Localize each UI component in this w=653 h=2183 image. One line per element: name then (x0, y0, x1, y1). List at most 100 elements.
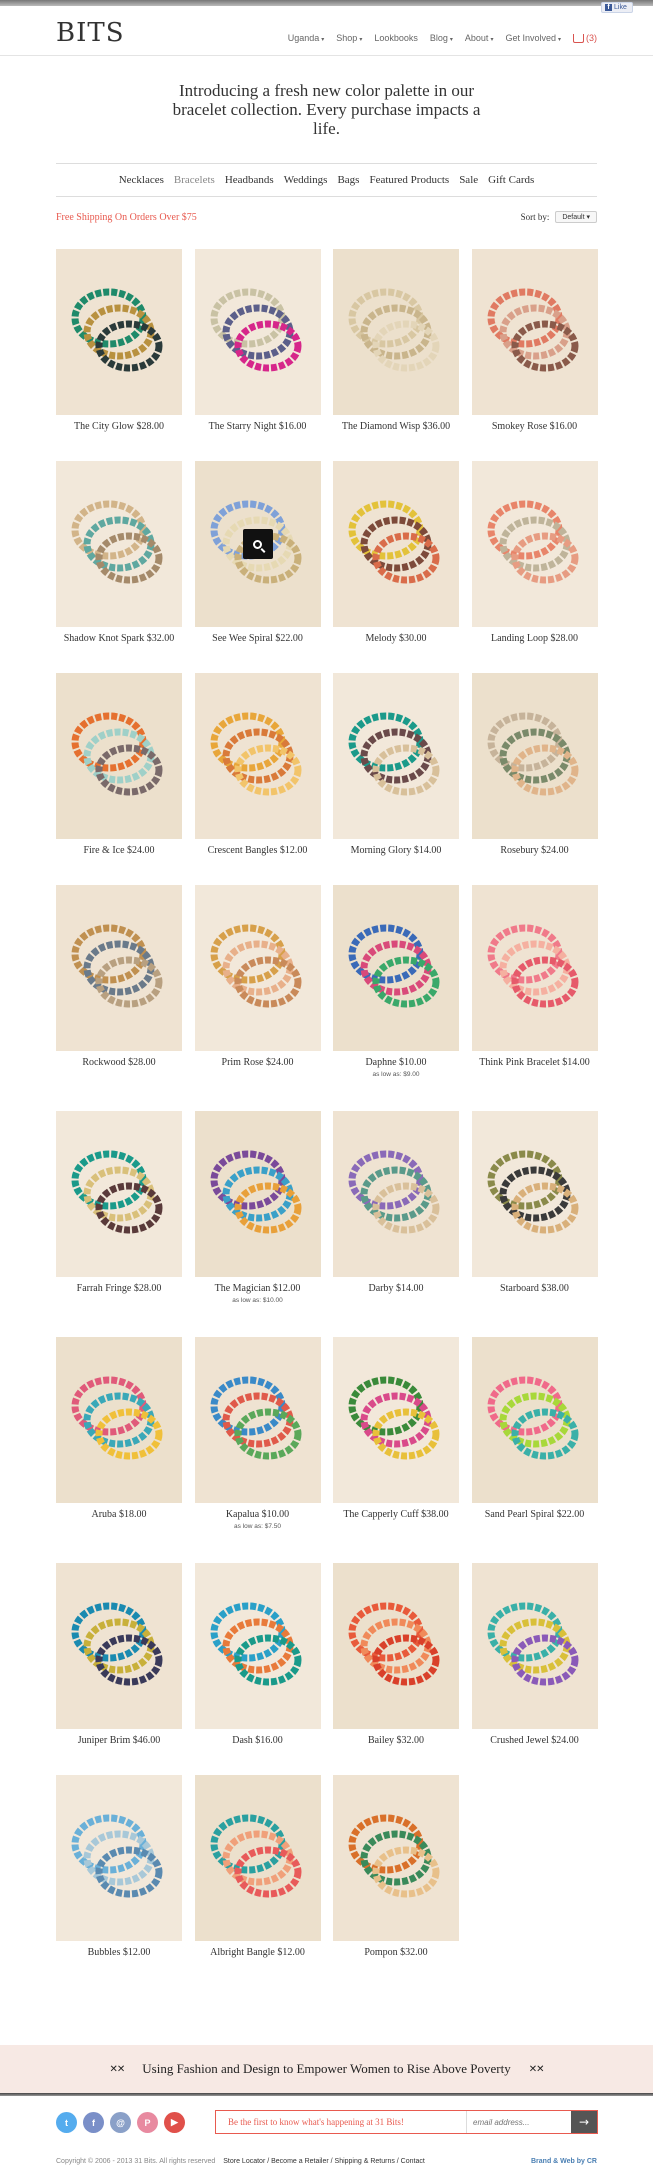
product-card[interactable]: Shadow Knot Spark $32.00 (56, 461, 182, 644)
product-title[interactable]: Dash $16.00 (195, 1735, 321, 1746)
product-title[interactable]: Daphne $10.00 (333, 1057, 459, 1068)
product-card[interactable]: Smokey Rose $16.00 (471, 249, 598, 432)
product-title[interactable]: Bubbles $12.00 (56, 1947, 182, 1958)
product-image[interactable] (56, 249, 182, 415)
product-card[interactable]: Morning Glory $14.00 (333, 673, 459, 856)
product-title[interactable]: Bailey $32.00 (333, 1735, 459, 1746)
cart-button[interactable]: (3) (573, 33, 597, 43)
category-sale[interactable]: Sale (459, 174, 478, 186)
product-card[interactable]: Kapalua $10.00 as low as: $7.50 (194, 1337, 321, 1530)
facebook-icon[interactable]: f (83, 2112, 104, 2133)
nav-item-blog[interactable]: Blog ▾ (430, 33, 453, 43)
product-image[interactable] (333, 1775, 459, 1941)
product-title[interactable]: Rockwood $28.00 (56, 1057, 182, 1068)
twitter-icon[interactable]: t (56, 2112, 77, 2133)
product-card[interactable]: Bubbles $12.00 (56, 1775, 182, 1958)
product-image[interactable] (194, 1563, 321, 1729)
email-field[interactable] (466, 2111, 571, 2133)
product-image[interactable] (471, 249, 598, 415)
product-card[interactable]: Think Pink Bracelet $14.00 (471, 885, 598, 1068)
product-card[interactable]: The Starry Night $16.00 (194, 249, 321, 432)
product-image[interactable] (194, 1775, 321, 1941)
product-title[interactable]: The City Glow $28.00 (56, 421, 182, 432)
product-title[interactable]: Starboard $38.00 (472, 1283, 598, 1294)
product-card[interactable]: Daphne $10.00 as low as: $9.00 (333, 885, 459, 1078)
pinterest-icon[interactable]: P (137, 2112, 158, 2133)
youtube-icon[interactable]: ▶ (164, 2112, 185, 2133)
email-icon[interactable]: @ (110, 2112, 131, 2133)
product-image[interactable] (194, 249, 321, 415)
product-card[interactable]: Aruba $18.00 (56, 1337, 182, 1520)
product-image[interactable] (471, 673, 598, 839)
designer-credit[interactable]: Brand & Web by CR (531, 2158, 597, 2165)
product-title[interactable]: The Magician $12.00 (195, 1283, 321, 1294)
product-image[interactable] (194, 1111, 321, 1277)
product-card[interactable]: The City Glow $28.00 (56, 249, 182, 432)
product-title[interactable]: The Capperly Cuff $38.00 (333, 1509, 459, 1520)
product-title[interactable]: Darby $14.00 (333, 1283, 459, 1294)
category-weddings[interactable]: Weddings (284, 174, 328, 186)
category-bags[interactable]: Bags (337, 174, 359, 186)
product-image[interactable] (333, 1337, 459, 1503)
product-image[interactable] (333, 673, 459, 839)
product-title[interactable]: The Starry Night $16.00 (195, 421, 321, 432)
product-image[interactable] (56, 1563, 182, 1729)
product-title[interactable]: Crescent Bangles $12.00 (195, 845, 321, 856)
category-featured-products[interactable]: Featured Products (369, 174, 449, 186)
product-image[interactable] (471, 1111, 598, 1277)
product-title[interactable]: Landing Loop $28.00 (472, 633, 598, 644)
nav-item-about[interactable]: About ▾ (465, 33, 494, 43)
product-image[interactable] (194, 1337, 321, 1503)
product-title[interactable]: Sand Pearl Spiral $22.00 (472, 1509, 598, 1520)
product-card[interactable]: Starboard $38.00 (471, 1111, 598, 1294)
footer-links[interactable]: Store Locator / Become a Retailer / Ship… (223, 2158, 425, 2165)
product-image[interactable] (333, 1563, 459, 1729)
sort-select[interactable]: Default ▾ (555, 211, 597, 223)
product-image[interactable] (194, 885, 321, 1051)
product-card[interactable]: See Wee Spiral $22.00 (194, 461, 321, 644)
product-title[interactable]: See Wee Spiral $22.00 (195, 633, 321, 644)
product-card[interactable]: Rosebury $24.00 (471, 673, 598, 856)
category-headbands[interactable]: Headbands (225, 174, 274, 186)
product-image[interactable] (333, 1111, 459, 1277)
product-title[interactable]: Fire & Ice $24.00 (56, 845, 182, 856)
product-card[interactable]: Bailey $32.00 (333, 1563, 459, 1746)
product-title[interactable]: Prim Rose $24.00 (195, 1057, 321, 1068)
product-image[interactable] (56, 1337, 182, 1503)
category-gift-cards[interactable]: Gift Cards (488, 174, 534, 186)
product-title[interactable]: Juniper Brim $46.00 (56, 1735, 182, 1746)
product-image[interactable] (333, 249, 459, 415)
category-necklaces[interactable]: Necklaces (119, 174, 164, 186)
product-title[interactable]: Farrah Fringe $28.00 (56, 1283, 182, 1294)
product-card[interactable]: Prim Rose $24.00 (194, 885, 321, 1068)
nav-item-shop[interactable]: Shop ▾ (336, 33, 362, 43)
product-card[interactable]: The Capperly Cuff $38.00 (333, 1337, 459, 1520)
product-card[interactable]: Sand Pearl Spiral $22.00 (471, 1337, 598, 1520)
product-title[interactable]: Aruba $18.00 (56, 1509, 182, 1520)
product-image[interactable] (333, 885, 459, 1051)
product-image[interactable] (471, 885, 598, 1051)
quick-view-button[interactable] (242, 529, 273, 559)
product-image[interactable] (471, 461, 598, 627)
product-card[interactable]: Darby $14.00 (333, 1111, 459, 1294)
product-card[interactable]: Albright Bangle $12.00 (194, 1775, 321, 1958)
product-title[interactable]: Pompon $32.00 (333, 1947, 459, 1958)
product-image[interactable] (471, 1337, 598, 1503)
product-image[interactable] (333, 461, 459, 627)
product-title[interactable]: Smokey Rose $16.00 (472, 421, 598, 432)
product-title[interactable]: Shadow Knot Spark $32.00 (56, 633, 182, 644)
product-image[interactable] (56, 1111, 182, 1277)
product-card[interactable]: Crescent Bangles $12.00 (194, 673, 321, 856)
nav-item-uganda[interactable]: Uganda ▾ (288, 33, 325, 43)
nav-item-get-involved[interactable]: Get Involved ▾ (505, 33, 561, 43)
product-title[interactable]: Rosebury $24.00 (472, 845, 598, 856)
product-card[interactable]: Farrah Fringe $28.00 (56, 1111, 182, 1294)
product-image[interactable] (56, 461, 182, 627)
product-card[interactable]: Rockwood $28.00 (56, 885, 182, 1068)
product-image[interactable] (56, 885, 182, 1051)
product-card[interactable]: Melody $30.00 (333, 461, 459, 644)
product-card[interactable]: The Diamond Wisp $36.00 (333, 249, 459, 432)
product-card[interactable]: Pompon $32.00 (333, 1775, 459, 1958)
product-card[interactable]: The Magician $12.00 as low as: $10.00 (194, 1111, 321, 1304)
product-title[interactable]: Crushed Jewel $24.00 (472, 1735, 598, 1746)
